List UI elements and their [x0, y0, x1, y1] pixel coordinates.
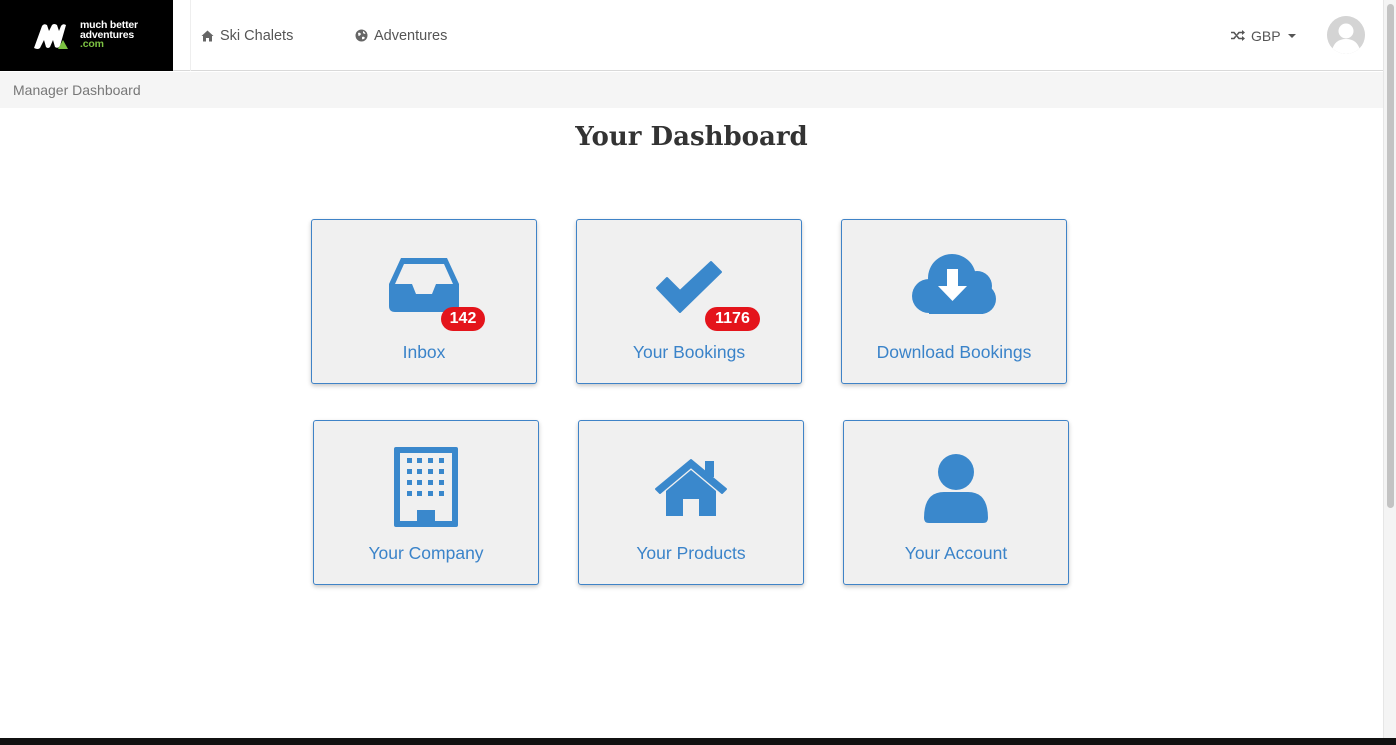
tile-your-account[interactable]: Your Account [843, 420, 1069, 585]
tile-your-account-label: Your Account [904, 543, 1008, 563]
nav-divider [190, 0, 191, 71]
breadcrumb: Manager Dashboard [0, 72, 1383, 108]
user-icon [924, 454, 988, 523]
page-title: Your Dashboard [575, 122, 808, 152]
currency-dropdown[interactable]: GBP [1231, 0, 1296, 71]
inbox-icon [389, 258, 459, 312]
tile-your-products[interactable]: Your Products [578, 420, 804, 585]
caret-down-icon [1287, 33, 1296, 38]
brand-logo[interactable]: much better adventures .com [0, 0, 173, 71]
cloud-download-icon [912, 254, 996, 314]
bottom-edge [0, 738, 1396, 745]
tile-your-company-label: Your Company [368, 543, 484, 563]
shuffle-icon [1231, 30, 1245, 41]
user-avatar[interactable] [1327, 16, 1365, 54]
inbox-count-badge: 142 [441, 307, 485, 331]
currency-label: GBP [1251, 27, 1281, 44]
avatar-silhouette-icon [1327, 16, 1365, 54]
scrollbar-thumb[interactable] [1387, 4, 1394, 508]
brand-line3: .com [80, 38, 104, 51]
tile-your-company[interactable]: Your Company [313, 420, 539, 585]
brand-name: much better adventures .com [80, 20, 138, 51]
vertical-scrollbar[interactable] [1383, 0, 1396, 738]
nav-adventures[interactable]: Adventures [355, 0, 447, 71]
top-navbar: much better adventures .com Ski Chalets … [0, 0, 1383, 71]
nav-adventures-label: Adventures [374, 27, 448, 44]
house-icon [655, 459, 727, 516]
tile-your-bookings[interactable]: 1176 Your Bookings [576, 219, 802, 384]
tile-your-bookings-label: Your Bookings [632, 342, 746, 362]
tile-your-products-label: Your Products [636, 543, 746, 563]
tile-inbox[interactable]: 142 Inbox [311, 219, 537, 384]
home-icon [201, 30, 214, 41]
tile-download-bookings[interactable]: Download Bookings [841, 219, 1067, 384]
tile-inbox-label: Inbox [402, 342, 446, 362]
nav-ski-chalets-label: Ski Chalets [220, 27, 294, 44]
logo-mark-icon [34, 23, 68, 49]
globe-icon [355, 29, 368, 42]
tile-download-bookings-label: Download Bookings [876, 342, 1032, 362]
bookings-count-badge: 1176 [705, 307, 760, 331]
breadcrumb-item[interactable]: Manager Dashboard [13, 82, 141, 98]
nav-ski-chalets[interactable]: Ski Chalets [201, 0, 293, 71]
building-icon [394, 447, 458, 527]
